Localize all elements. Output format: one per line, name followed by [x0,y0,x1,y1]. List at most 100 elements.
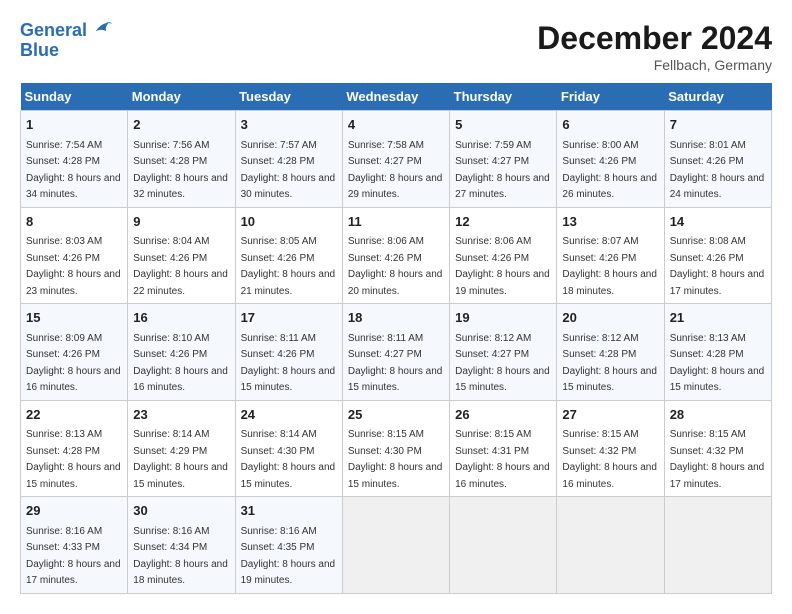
day-info: Sunrise: 8:06 AMSunset: 4:26 PMDaylight:… [455,236,550,297]
calendar-week-row: 15Sunrise: 8:09 AMSunset: 4:26 PMDayligh… [21,304,772,401]
day-info: Sunrise: 8:15 AMSunset: 4:31 PMDaylight:… [455,429,550,490]
day-info: Sunrise: 8:13 AMSunset: 4:28 PMDaylight:… [670,333,765,394]
day-number: 26 [455,405,551,425]
day-info: Sunrise: 8:14 AMSunset: 4:30 PMDaylight:… [241,429,336,490]
day-number: 27 [562,405,658,425]
calendar-cell: 5 Sunrise: 7:59 AMSunset: 4:27 PMDaylight… [450,111,557,208]
weekday-header-sunday: Sunday [21,83,128,111]
day-number: 29 [26,501,122,521]
calendar-cell: 14 Sunrise: 8:08 AMSunset: 4:26 PMDayligh… [664,207,771,304]
day-info: Sunrise: 7:57 AMSunset: 4:28 PMDaylight:… [241,140,336,201]
weekday-header-monday: Monday [128,83,235,111]
day-number: 18 [348,308,444,328]
day-info: Sunrise: 8:15 AMSunset: 4:32 PMDaylight:… [562,429,657,490]
day-number: 25 [348,405,444,425]
day-number: 24 [241,405,337,425]
day-info: Sunrise: 8:05 AMSunset: 4:26 PMDaylight:… [241,236,336,297]
weekday-header-wednesday: Wednesday [342,83,449,111]
logo-bird-icon [90,18,112,40]
day-number: 11 [348,212,444,232]
calendar-cell: 8Sunrise: 8:03 AMSunset: 4:26 PMDaylight… [21,207,128,304]
day-info: Sunrise: 8:12 AMSunset: 4:27 PMDaylight:… [455,333,550,394]
day-number: 16 [133,308,229,328]
calendar-cell: 28Sunrise: 8:15 AMSunset: 4:32 PMDayligh… [664,400,771,497]
day-number: 6 [562,115,658,135]
calendar-cell: 13 Sunrise: 8:07 AMSunset: 4:26 PMDayligh… [557,207,664,304]
month-title: December 2024 [537,20,772,57]
calendar-cell: 31Sunrise: 8:16 AMSunset: 4:35 PMDayligh… [235,497,342,594]
calendar-cell [557,497,664,594]
day-number: 23 [133,405,229,425]
logo: General Blue [20,20,112,61]
calendar-cell: 15Sunrise: 8:09 AMSunset: 4:26 PMDayligh… [21,304,128,401]
day-number: 7 [670,115,766,135]
calendar-cell: 7Sunrise: 8:01 AMSunset: 4:26 PMDaylight… [664,111,771,208]
calendar-cell: 6 Sunrise: 8:00 AMSunset: 4:26 PMDaylight… [557,111,664,208]
weekday-header-thursday: Thursday [450,83,557,111]
calendar-cell: 26 Sunrise: 8:15 AMSunset: 4:31 PMDayligh… [450,400,557,497]
day-info: Sunrise: 8:13 AMSunset: 4:28 PMDaylight:… [26,429,121,490]
day-number: 1 [26,115,122,135]
day-info: Sunrise: 8:15 AMSunset: 4:30 PMDaylight:… [348,429,443,490]
calendar-cell: 16 Sunrise: 8:10 AMSunset: 4:26 PMDayligh… [128,304,235,401]
weekday-header-saturday: Saturday [664,83,771,111]
day-info: Sunrise: 8:16 AMSunset: 4:33 PMDaylight:… [26,526,121,587]
day-number: 13 [562,212,658,232]
day-info: Sunrise: 7:59 AMSunset: 4:27 PMDaylight:… [455,140,550,201]
calendar-table: SundayMondayTuesdayWednesdayThursdayFrid… [20,83,772,594]
day-number: 10 [241,212,337,232]
day-info: Sunrise: 8:04 AMSunset: 4:26 PMDaylight:… [133,236,228,297]
day-info: Sunrise: 8:16 AMSunset: 4:34 PMDaylight:… [133,526,228,587]
calendar-cell: 9 Sunrise: 8:04 AMSunset: 4:26 PMDaylight… [128,207,235,304]
day-info: Sunrise: 8:00 AMSunset: 4:26 PMDaylight:… [562,140,657,201]
logo-blue: Blue [20,40,59,61]
day-number: 21 [670,308,766,328]
logo-general: General [20,20,87,40]
day-number: 4 [348,115,444,135]
calendar-cell: 23Sunrise: 8:14 AMSunset: 4:29 PMDayligh… [128,400,235,497]
day-number: 3 [241,115,337,135]
calendar-cell: 27 Sunrise: 8:15 AMSunset: 4:32 PMDayligh… [557,400,664,497]
day-info: Sunrise: 8:06 AMSunset: 4:26 PMDaylight:… [348,236,443,297]
calendar-week-row: 22 Sunrise: 8:13 AMSunset: 4:28 PMDayligh… [21,400,772,497]
calendar-cell: 21 Sunrise: 8:13 AMSunset: 4:28 PMDayligh… [664,304,771,401]
calendar-cell: 19Sunrise: 8:12 AMSunset: 4:27 PMDayligh… [450,304,557,401]
day-info: Sunrise: 8:09 AMSunset: 4:26 PMDaylight:… [26,333,121,394]
day-number: 28 [670,405,766,425]
day-info: Sunrise: 8:10 AMSunset: 4:26 PMDaylight:… [133,333,228,394]
day-info: Sunrise: 8:03 AMSunset: 4:26 PMDaylight:… [26,236,121,297]
calendar-week-row: 8Sunrise: 8:03 AMSunset: 4:26 PMDaylight… [21,207,772,304]
day-number: 14 [670,212,766,232]
calendar-cell [664,497,771,594]
day-info: Sunrise: 8:16 AMSunset: 4:35 PMDaylight:… [241,526,336,587]
day-number: 30 [133,501,229,521]
day-info: Sunrise: 8:11 AMSunset: 4:27 PMDaylight:… [348,333,443,394]
location-subtitle: Fellbach, Germany [537,57,772,73]
calendar-cell: 17Sunrise: 8:11 AMSunset: 4:26 PMDayligh… [235,304,342,401]
calendar-week-row: 29 Sunrise: 8:16 AMSunset: 4:33 PMDayligh… [21,497,772,594]
day-info: Sunrise: 8:12 AMSunset: 4:28 PMDaylight:… [562,333,657,394]
day-info: Sunrise: 8:08 AMSunset: 4:26 PMDaylight:… [670,236,765,297]
day-number: 9 [133,212,229,232]
calendar-cell: 24 Sunrise: 8:14 AMSunset: 4:30 PMDayligh… [235,400,342,497]
calendar-week-row: 1Sunrise: 7:54 AMSunset: 4:28 PMDaylight… [21,111,772,208]
day-info: Sunrise: 8:07 AMSunset: 4:26 PMDaylight:… [562,236,657,297]
calendar-cell: 18 Sunrise: 8:11 AMSunset: 4:27 PMDayligh… [342,304,449,401]
weekday-header-row: SundayMondayTuesdayWednesdayThursdayFrid… [21,83,772,111]
calendar-cell: 11 Sunrise: 8:06 AMSunset: 4:26 PMDayligh… [342,207,449,304]
day-number: 12 [455,212,551,232]
calendar-cell: 1Sunrise: 7:54 AMSunset: 4:28 PMDaylight… [21,111,128,208]
calendar-cell [450,497,557,594]
day-number: 17 [241,308,337,328]
day-info: Sunrise: 7:56 AMSunset: 4:28 PMDaylight:… [133,140,228,201]
calendar-cell: 22 Sunrise: 8:13 AMSunset: 4:28 PMDayligh… [21,400,128,497]
day-number: 20 [562,308,658,328]
calendar-cell: 3 Sunrise: 7:57 AMSunset: 4:28 PMDaylight… [235,111,342,208]
day-number: 22 [26,405,122,425]
calendar-cell: 30 Sunrise: 8:16 AMSunset: 4:34 PMDayligh… [128,497,235,594]
day-number: 5 [455,115,551,135]
calendar-cell: 25 Sunrise: 8:15 AMSunset: 4:30 PMDayligh… [342,400,449,497]
weekday-header-tuesday: Tuesday [235,83,342,111]
calendar-cell: 2 Sunrise: 7:56 AMSunset: 4:28 PMDaylight… [128,111,235,208]
day-number: 2 [133,115,229,135]
